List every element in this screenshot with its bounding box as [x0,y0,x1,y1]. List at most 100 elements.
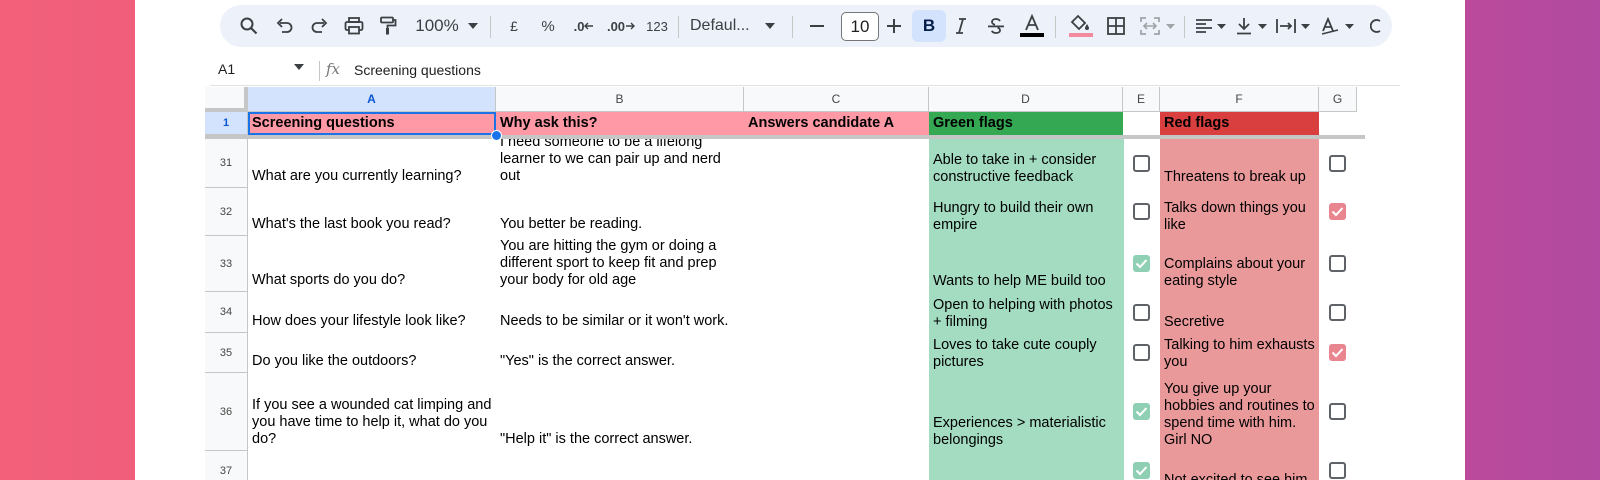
red-flag-cell[interactable]: Talks down things you like [1160,188,1319,237]
increase-decimals-button[interactable]: .00 [605,5,637,47]
red-flag-cell[interactable]: Not excited to see him [1160,451,1319,480]
row-header-37[interactable]: 37 [205,451,248,480]
column-header-d[interactable]: D [929,87,1123,112]
header-cell-a[interactable]: Screening questions [248,112,496,135]
checkbox-g-32[interactable] [1329,203,1346,220]
formula-input[interactable]: Screening questions [354,62,481,78]
checkbox-e-36[interactable] [1133,403,1150,420]
merge-cells-icon[interactable] [1136,5,1164,47]
reason-cell[interactable]: I need someone to be a lifelong learner … [496,139,744,188]
reason-cell[interactable]: Needs to be similar or it won't work. [496,292,744,333]
row-header-33[interactable]: 33 [205,236,248,292]
green-flag-cell[interactable]: Wants to help ME build too [929,236,1124,293]
font-dropdown-icon[interactable] [762,5,778,47]
question-cell[interactable]: What's the last book you read? [248,188,496,236]
header-cell-c[interactable]: Answers candidate A [744,112,929,135]
select-all-corner[interactable] [205,87,248,112]
question-cell[interactable]: If you see a wounded cat limping and you… [248,373,496,451]
font-size-input[interactable]: 10 [841,12,879,41]
question-cell[interactable]: Do you like the outdoors? [248,333,496,373]
text-wrap-dropdown-icon[interactable] [1298,5,1312,47]
decrease-decimals-button[interactable]: .0 [569,5,599,47]
bold-button[interactable]: B [912,10,946,42]
checkbox-e-31[interactable] [1133,155,1150,172]
zoom-dropdown-icon[interactable] [465,5,481,47]
reason-cell[interactable]: "Yes" is the correct answer. [496,333,744,373]
green-flag-cell[interactable]: Able to take in + consider constructive … [929,139,1124,189]
red-flag-cell[interactable]: Complains about your eating style [1160,236,1319,293]
checkbox-e-33[interactable] [1133,255,1150,272]
undo-icon[interactable] [272,5,298,47]
red-flag-cell[interactable]: Secretive [1160,292,1319,334]
text-wrap-icon[interactable] [1273,5,1299,47]
merge-dropdown-icon[interactable] [1163,5,1177,47]
reason-cell[interactable]: You are hitting the gym or doing a diffe… [496,236,744,292]
header-cell-b[interactable]: Why ask this? [496,112,744,135]
decrease-font-icon[interactable] [806,5,828,47]
column-header-b[interactable]: B [496,87,744,112]
halign-dropdown-icon[interactable] [1214,5,1228,47]
number-format-button[interactable]: 123 [642,5,672,47]
green-flag-cell[interactable] [929,451,1124,480]
row-header-1[interactable]: 1 [205,112,248,135]
percent-button[interactable]: % [537,5,559,47]
column-header-c[interactable]: C [744,87,929,112]
name-box[interactable]: A1 [218,61,235,77]
text-rotation-dropdown-icon[interactable] [1342,5,1356,47]
strikethrough-icon[interactable] [982,5,1010,47]
currency-button[interactable]: £ [503,5,525,47]
header-cell-d[interactable]: Green flags [929,112,1123,135]
question-cell[interactable]: How does your lifestyle look like? [248,292,496,333]
column-header-a[interactable]: A [248,87,496,112]
text-rotation-icon[interactable] [1317,5,1343,47]
green-flag-cell[interactable]: Experiences > materialistic belongings [929,373,1124,452]
valign-dropdown-icon[interactable] [1255,5,1269,47]
zoom-select[interactable]: 100% [412,5,462,47]
question-cell[interactable] [248,451,496,480]
row-header-36[interactable]: 36 [205,373,248,451]
row-header-32[interactable]: 32 [205,188,248,236]
row-header-35[interactable]: 35 [205,333,248,373]
red-flag-cell[interactable]: You give up your hobbies and routines to… [1160,373,1319,452]
selection-fill-handle[interactable] [491,130,502,141]
checkbox-g-37[interactable] [1329,462,1346,479]
question-cell[interactable]: What are you currently learning? [248,139,496,188]
column-header-g[interactable]: G [1319,87,1357,112]
reason-cell[interactable]: You better be reading. [496,188,744,236]
green-flag-cell[interactable]: Open to helping with photos + filming [929,292,1124,334]
checkbox-g-34[interactable] [1329,304,1346,321]
reason-cell[interactable]: "Help it" is the correct answer. [496,373,744,451]
italic-icon[interactable] [947,5,975,47]
question-cell[interactable]: What sports do you do? [248,236,496,292]
header-cell-f[interactable]: Red flags [1160,112,1319,135]
checkbox-g-36[interactable] [1329,403,1346,420]
green-flag-cell[interactable]: Loves to take cute couply pictures [929,333,1124,374]
checkbox-e-37[interactable] [1133,462,1150,479]
checkbox-e-32[interactable] [1133,203,1150,220]
name-box-dropdown-icon[interactable] [294,64,304,70]
checkbox-g-33[interactable] [1329,255,1346,272]
checkbox-e-35[interactable] [1133,344,1150,361]
redo-icon[interactable] [306,5,332,47]
checkbox-g-31[interactable] [1329,155,1346,172]
borders-icon[interactable] [1102,5,1130,47]
checkbox-e-34[interactable] [1133,304,1150,321]
valign-icon[interactable] [1232,5,1256,47]
text-color-icon[interactable] [1017,5,1047,47]
column-header-e[interactable]: E [1123,87,1160,112]
red-flag-cell[interactable]: Threatens to break up [1160,139,1319,189]
row-header-34[interactable]: 34 [205,292,248,333]
halign-icon[interactable] [1192,5,1216,47]
more-tools-icon[interactable] [1370,5,1392,47]
print-icon[interactable] [341,5,367,47]
font-select[interactable]: Defaul... [690,5,760,47]
column-header-f[interactable]: F [1160,87,1319,112]
green-flag-cell[interactable]: Hungry to build their own empire [929,188,1124,237]
paint-format-icon[interactable] [375,5,401,47]
fill-color-icon[interactable] [1065,5,1097,47]
search-icon[interactable] [236,5,262,47]
reason-cell[interactable] [496,451,744,480]
checkbox-g-35[interactable] [1329,344,1346,361]
row-header-31[interactable]: 31 [205,139,248,188]
increase-font-icon[interactable] [883,5,905,47]
